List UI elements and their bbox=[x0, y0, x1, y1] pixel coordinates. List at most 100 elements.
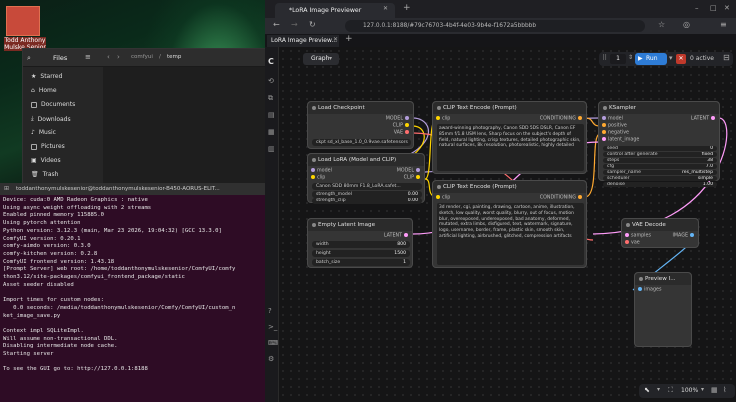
drag-handle-icon[interactable]: ⠿ bbox=[602, 54, 607, 62]
node-empty-latent[interactable]: Empty Latent Image LATENT width 800 heigh… bbox=[307, 218, 413, 268]
output-clip[interactable]: CLIP bbox=[393, 123, 411, 129]
account-icon[interactable]: ◎ bbox=[683, 20, 690, 29]
model-library-icon[interactable]: ▤ bbox=[268, 111, 275, 119]
help-icon[interactable]: ? bbox=[268, 307, 272, 315]
link-visibility-icon[interactable]: ⌇ bbox=[723, 386, 726, 394]
height-field[interactable]: height 1500 bbox=[312, 250, 410, 257]
node-clip-text-negative[interactable]: CLIP Text Encode (Prompt) clip CONDITION… bbox=[432, 180, 587, 268]
output-model[interactable]: MODEL bbox=[397, 168, 422, 174]
sidebar-item-downloads[interactable]: ⤓ Downloads bbox=[31, 115, 71, 123]
strength-model-field[interactable]: strength_model 0.00 bbox=[312, 191, 422, 198]
forward-icon[interactable]: → bbox=[291, 20, 298, 29]
settings-icon[interactable]: ⚙ bbox=[268, 355, 274, 363]
close-icon[interactable]: ✕ bbox=[724, 4, 730, 12]
steps-field[interactable]: steps 38 bbox=[603, 158, 717, 163]
input-negative[interactable]: negative bbox=[600, 130, 629, 136]
path-current[interactable]: temp bbox=[167, 54, 181, 60]
bookmark-icon[interactable]: ☆ bbox=[658, 20, 665, 29]
pointer-mode-icon[interactable]: ⬉ bbox=[644, 386, 650, 394]
queue-panel-icon[interactable]: ⊟ bbox=[723, 53, 730, 62]
workflow-tab[interactable]: LoRA Image Preview... bbox=[267, 35, 339, 47]
sampler-name-field[interactable]: sampler_name res_multistep bbox=[603, 170, 717, 175]
chevron-down-icon[interactable]: ▾ bbox=[657, 386, 660, 393]
workflows-icon[interactable]: ▦ bbox=[268, 128, 275, 136]
scheduler-field[interactable]: scheduler simple bbox=[603, 176, 717, 181]
output-image[interactable]: IMAGE bbox=[673, 233, 697, 239]
files-content-area[interactable] bbox=[103, 67, 265, 184]
node-ksampler[interactable]: KSampler model positive negative latent_… bbox=[598, 101, 720, 187]
desktop-user-icon[interactable] bbox=[6, 6, 40, 36]
output-clip[interactable]: CLIP bbox=[404, 175, 422, 181]
terminal-icon[interactable]: >_ bbox=[268, 323, 277, 331]
sidebar-item-trash[interactable]: 🗑 Trash bbox=[31, 171, 58, 178]
width-field[interactable]: width 800 bbox=[312, 241, 410, 248]
sidebar-item-pictures[interactable]: Pictures bbox=[31, 143, 65, 150]
zoom-level[interactable]: 100% bbox=[681, 387, 698, 394]
node-preview-image[interactable]: Preview I... images bbox=[634, 272, 692, 347]
input-positive[interactable]: positive bbox=[600, 123, 627, 129]
browser-menu-icon[interactable]: ≡ bbox=[720, 20, 727, 29]
sidebar-item-videos[interactable]: ▣ Videos bbox=[31, 157, 61, 164]
node-load-lora[interactable]: Load LoRA (Model and CLIP) model clip MO… bbox=[307, 153, 425, 204]
node-vae-decode[interactable]: VAE Decode samples vae IMAGE bbox=[621, 218, 699, 248]
input-vae[interactable]: vae bbox=[623, 240, 640, 246]
input-latent-image[interactable]: latent_image bbox=[600, 137, 639, 143]
node-library-icon[interactable]: ⧉ bbox=[268, 94, 273, 103]
cancel-run-button[interactable]: ✕ bbox=[676, 54, 686, 64]
back-icon[interactable]: ‹ bbox=[107, 53, 110, 61]
keyboard-icon[interactable]: ⌨ bbox=[268, 339, 278, 347]
control-after-generate-field[interactable]: control after generate fixed bbox=[603, 152, 717, 157]
sidebar-item-home[interactable]: ⌂ Home bbox=[31, 87, 57, 94]
output-latent[interactable]: LATENT bbox=[691, 116, 717, 122]
sidebar-item-music[interactable]: ♪ Music bbox=[31, 129, 56, 136]
back-icon[interactable]: ← bbox=[273, 20, 280, 29]
terminal-tab-icon[interactable]: ⊞ bbox=[4, 185, 9, 192]
templates-icon[interactable]: ▥ bbox=[268, 145, 275, 153]
comfy-logo-icon[interactable]: C bbox=[268, 57, 274, 66]
output-model[interactable]: MODEL bbox=[386, 116, 411, 122]
node-load-checkpoint[interactable]: Load Checkpoint MODEL CLIP VAE ckpt sd_x… bbox=[307, 101, 414, 149]
workflow-tab-close-icon[interactable]: ✕ bbox=[333, 36, 338, 43]
output-latent[interactable]: LATENT bbox=[384, 233, 410, 239]
files-search-icon[interactable]: ⌕ bbox=[27, 54, 31, 63]
negative-prompt-textarea[interactable]: 3d render, cgi, painting, drawing, carto… bbox=[437, 203, 584, 265]
queue-icon[interactable]: ⟲ bbox=[268, 77, 274, 85]
browser-tab[interactable]: *LoRA Image Previewer bbox=[275, 3, 395, 18]
batch-count-input[interactable]: 1 bbox=[610, 54, 626, 64]
input-model[interactable]: model bbox=[600, 116, 623, 122]
stepper-icon[interactable]: ⇕ bbox=[628, 54, 633, 61]
maximize-icon[interactable]: □ bbox=[710, 4, 717, 12]
output-conditioning[interactable]: CONDITIONING bbox=[540, 116, 584, 122]
batch-size-field[interactable]: batch_size 1 bbox=[312, 259, 410, 266]
minimap-icon[interactable]: ▦ bbox=[711, 386, 718, 394]
input-clip[interactable]: clip bbox=[434, 116, 450, 122]
lora-select[interactable]: Canon SDD 80mm F1.8_LoRA.safet... bbox=[312, 183, 422, 190]
node-clip-text-positive[interactable]: CLIP Text Encode (Prompt) clip CONDITION… bbox=[432, 101, 587, 174]
input-clip[interactable]: clip bbox=[309, 175, 325, 181]
reload-icon[interactable]: ↻ bbox=[309, 20, 316, 29]
output-vae[interactable]: VAE bbox=[394, 130, 411, 136]
seed-field[interactable]: seed 0 bbox=[603, 146, 717, 151]
cfg-field[interactable]: cfg 7.0 bbox=[603, 164, 717, 169]
files-menu-icon[interactable]: ≡ bbox=[85, 53, 91, 61]
input-samples[interactable]: samples bbox=[623, 233, 651, 239]
tab-close-icon[interactable]: ✕ bbox=[383, 5, 388, 12]
new-workflow-icon[interactable]: + bbox=[345, 34, 353, 44]
input-images[interactable]: images bbox=[636, 287, 661, 293]
chevron-down-icon[interactable]: ▾ bbox=[329, 55, 332, 62]
sidebar-item-documents[interactable]: Documents bbox=[31, 101, 75, 108]
ckpt-select[interactable]: ckpt sd_xl_base_1.0_0.9vae.safetensors bbox=[312, 139, 411, 146]
graph-breadcrumb[interactable]: Graph bbox=[303, 53, 339, 65]
new-tab-icon[interactable]: + bbox=[403, 3, 411, 13]
forward-icon[interactable]: › bbox=[117, 53, 120, 61]
chevron-down-icon[interactable]: ▾ bbox=[701, 386, 704, 393]
run-options-icon[interactable]: ▾ bbox=[669, 54, 673, 62]
strength-clip-field[interactable]: strength_clip 0.00 bbox=[312, 198, 422, 204]
path-parent[interactable]: comfyui bbox=[131, 54, 153, 60]
fit-view-icon[interactable]: ⛶ bbox=[668, 386, 673, 395]
denoise-field[interactable]: denoise 1.00 bbox=[603, 182, 717, 187]
sidebar-item-starred[interactable]: ★ Starred bbox=[31, 73, 62, 80]
address-bar[interactable]: 127.0.0.1:8188/#79c76703-4b4f-4e03-9b4e-… bbox=[345, 20, 645, 32]
minimize-icon[interactable]: – bbox=[695, 4, 699, 12]
output-conditioning[interactable]: CONDITIONING bbox=[540, 195, 584, 201]
